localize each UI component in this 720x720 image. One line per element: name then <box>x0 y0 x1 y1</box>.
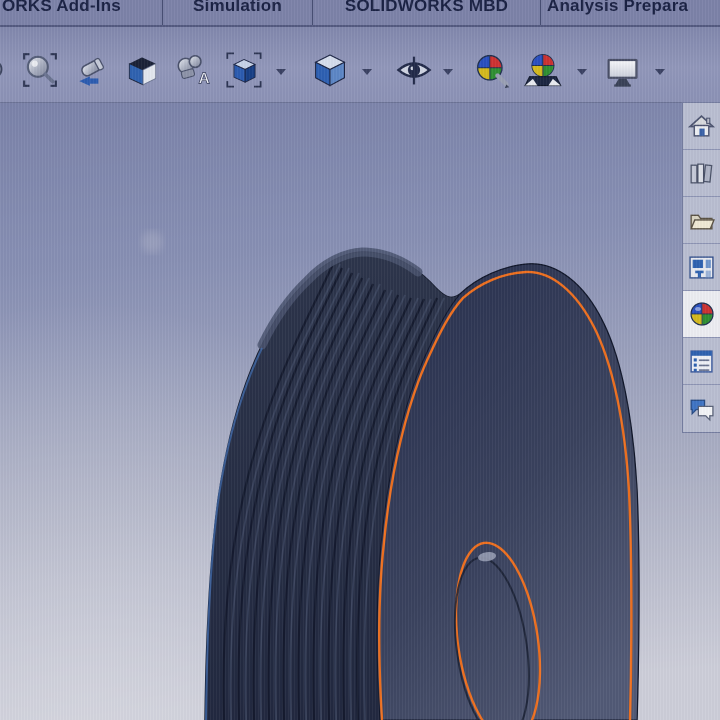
annotation-views-icon: A <box>177 54 211 88</box>
tab-label: Simulation <box>193 0 282 15</box>
tab-simulation[interactable]: Simulation <box>162 0 312 25</box>
solidworks-window: ORKS Add-Ins Simulation SOLIDWORKS MBD A… <box>0 0 720 720</box>
heads-up-toolbar: A <box>0 25 720 103</box>
task-pane <box>682 102 720 433</box>
annotation-views-button[interactable]: A <box>170 47 214 93</box>
edit-appearance-button[interactable] <box>470 47 514 93</box>
view-settings-dropdown[interactable] <box>655 69 665 75</box>
screen-smudge <box>141 231 163 253</box>
task-pane-tab-resources[interactable] <box>683 103 720 150</box>
spool-model[interactable] <box>204 247 640 720</box>
svg-text:A: A <box>198 71 210 88</box>
apply-scene-icon <box>524 53 562 87</box>
hide-show-items-icon <box>396 56 432 85</box>
section-view-icon <box>128 57 157 86</box>
drawing-views-icon <box>689 255 714 279</box>
display-style-button[interactable] <box>308 47 352 93</box>
chat-bubbles-icon <box>690 399 714 422</box>
previous-view-icon <box>79 57 104 86</box>
tab-analysis-preparation[interactable]: Analysis Prepara <box>540 0 720 25</box>
tab-label: SOLIDWORKS MBD <box>344 0 509 15</box>
view-orientation-icon <box>226 52 262 88</box>
display-style-dropdown[interactable] <box>362 69 372 75</box>
hide-show-items-dropdown[interactable] <box>443 69 453 75</box>
zoom-to-fit-icon <box>0 62 3 76</box>
books-icon <box>690 163 713 183</box>
viewport-3d[interactable] <box>0 0 720 720</box>
view-settings-button[interactable] <box>600 47 644 93</box>
task-pane-tab-forum[interactable] <box>683 385 720 432</box>
view-orientation-dropdown[interactable] <box>276 69 286 75</box>
tab-solidworks-mbd[interactable]: SOLIDWORKS MBD <box>312 0 540 25</box>
previous-view-button[interactable] <box>70 47 114 93</box>
tab-label: Analysis Prepara <box>547 0 689 15</box>
folder-icon <box>690 214 715 229</box>
tab-label: ORKS Add-Ins <box>2 0 121 15</box>
section-view-button[interactable] <box>120 47 164 93</box>
view-settings-icon <box>607 58 638 87</box>
beachball-icon <box>689 302 714 326</box>
home-icon <box>688 114 715 137</box>
apply-scene-button[interactable] <box>522 47 566 93</box>
zoom-to-area-icon <box>23 53 57 87</box>
view-orientation-button[interactable] <box>222 47 266 93</box>
zoom-to-fit-button[interactable] <box>0 47 10 93</box>
task-pane-tab-custom-properties[interactable] <box>683 338 720 385</box>
zoom-to-area-button[interactable] <box>18 47 62 93</box>
task-pane-tab-view-palette[interactable] <box>683 244 720 291</box>
command-manager-tabbar: ORKS Add-Ins Simulation SOLIDWORKS MBD A… <box>0 0 720 27</box>
task-pane-tab-design-library[interactable] <box>683 150 720 197</box>
tab-solidworks-add-ins[interactable]: ORKS Add-Ins <box>0 0 162 25</box>
hide-show-items-button[interactable] <box>392 47 436 93</box>
display-style-icon <box>314 54 346 87</box>
apply-scene-dropdown[interactable] <box>577 69 587 75</box>
edit-appearance-icon <box>476 54 510 89</box>
task-pane-tab-appearances[interactable] <box>683 291 720 338</box>
task-pane-tab-file-explorer[interactable] <box>683 197 720 244</box>
property-form-icon <box>690 349 713 373</box>
